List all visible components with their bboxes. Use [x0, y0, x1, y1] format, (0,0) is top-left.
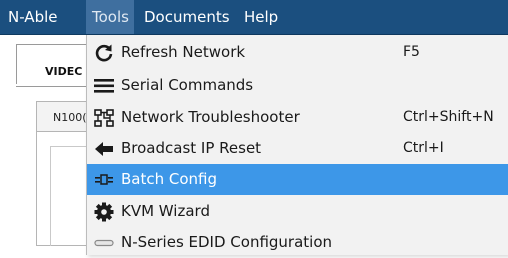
menu-n-able[interactable]: N-Able	[2, 0, 86, 34]
menu-item-label: Serial Commands	[121, 76, 254, 94]
menu-item-shortcut: Ctrl+I	[403, 140, 444, 156]
back-arrow-icon	[93, 138, 115, 160]
menu-help[interactable]: Help	[238, 0, 298, 34]
menu-item-shortcut: Ctrl+Shift+N	[403, 109, 494, 125]
tools-dropdown-menu: Refresh Network F5 Serial Commands Netwo…	[86, 35, 508, 255]
refresh-icon	[93, 42, 115, 64]
menu-item-broadcast-ip-reset[interactable]: Broadcast IP Reset Ctrl+I	[87, 133, 508, 164]
video-tab-label: VIDEC	[45, 65, 83, 78]
menu-item-label: Broadcast IP Reset	[121, 139, 262, 157]
edid-connector-icon	[93, 232, 115, 254]
network-icon	[93, 107, 115, 129]
menu-item-label: Refresh Network	[121, 43, 246, 61]
menu-item-refresh-network[interactable]: Refresh Network F5	[87, 37, 508, 68]
batch-config-icon	[93, 169, 115, 191]
hamburger-lines-icon	[93, 75, 115, 97]
menu-item-network-troubleshooter[interactable]: Network Troubleshooter Ctrl+Shift+N	[87, 102, 508, 133]
menu-item-label: KVM Wizard	[121, 202, 210, 220]
menu-item-edid-configuration[interactable]: N-Series EDID Configuration	[87, 227, 508, 258]
menu-item-label: N-Series EDID Configuration	[121, 233, 333, 251]
menu-item-batch-config[interactable]: Batch Config	[87, 164, 508, 195]
menu-documents[interactable]: Documents	[138, 0, 238, 34]
menu-item-shortcut: F5	[403, 44, 420, 60]
menu-bar: N-Able Tools Documents Help	[0, 0, 508, 35]
menu-item-serial-commands[interactable]: Serial Commands	[87, 70, 508, 101]
device-tab-label: N100(	[53, 111, 87, 124]
gear-icon	[93, 201, 115, 223]
menu-item-label: Batch Config	[121, 170, 218, 188]
menu-item-label: Network Troubleshooter	[121, 108, 300, 126]
menu-tools[interactable]: Tools	[86, 0, 134, 34]
menu-item-kvm-wizard[interactable]: KVM Wizard	[87, 196, 508, 227]
